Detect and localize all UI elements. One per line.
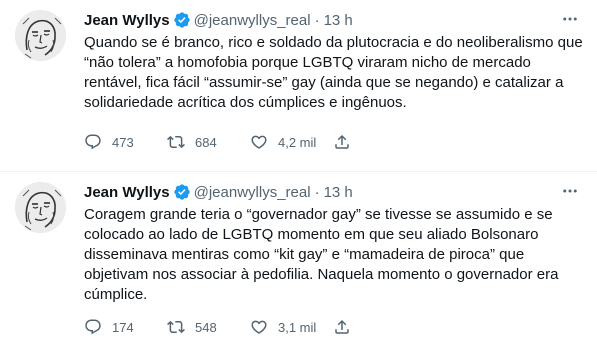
reply-icon — [85, 134, 101, 150]
like-button[interactable]: 3,1 mil — [250, 318, 333, 336]
retweet-count: 684 — [195, 134, 217, 150]
share-button[interactable] — [333, 133, 351, 151]
like-count: 4,2 mil — [278, 134, 317, 150]
reply-button[interactable]: 473 — [84, 133, 167, 151]
avatar-portrait-icon — [15, 182, 66, 233]
tweet[interactable]: Jean Wyllys @jeanwyllys_real · 13 h Quan… — [0, 0, 597, 172]
avatar[interactable] — [15, 10, 66, 61]
retweet-icon — [167, 320, 185, 334]
timestamp[interactable]: 13 h — [324, 12, 353, 29]
author-handle[interactable]: @jeanwyllys_real — [194, 12, 311, 29]
tweet-text: Quando se é branco, rico e soldado da pl… — [84, 34, 583, 111]
tweet-actions: 174 548 3,1 mil — [84, 318, 351, 336]
reply-count: 473 — [112, 134, 134, 150]
avatar[interactable] — [15, 182, 66, 233]
avatar-portrait-icon — [15, 10, 66, 61]
share-icon — [335, 134, 349, 149]
author-handle[interactable]: @jeanwyllys_real — [194, 184, 311, 201]
verified-badge-icon — [173, 183, 191, 201]
author-name[interactable]: Jean Wyllys — [84, 12, 170, 29]
timestamp[interactable]: 13 h — [324, 184, 353, 201]
share-icon — [335, 319, 349, 334]
share-button[interactable] — [333, 318, 351, 336]
author-name[interactable]: Jean Wyllys — [84, 184, 170, 201]
tweet[interactable]: Jean Wyllys @jeanwyllys_real · 13 h Cora… — [0, 172, 597, 356]
heart-icon — [251, 320, 267, 334]
tweet-text: Coragem grande teria o “governador gay” … — [84, 206, 559, 303]
separator-dot: · — [314, 183, 320, 201]
heart-icon — [251, 135, 267, 149]
like-button[interactable]: 4,2 mil — [250, 133, 333, 151]
tweet-actions: 473 684 4,2 mil — [84, 133, 351, 151]
reply-count: 174 — [112, 319, 134, 335]
retweet-button[interactable]: 548 — [167, 318, 250, 336]
like-count: 3,1 mil — [278, 319, 317, 335]
retweet-icon — [167, 135, 185, 149]
retweet-button[interactable]: 684 — [167, 133, 250, 151]
reply-icon — [85, 319, 101, 335]
retweet-count: 548 — [195, 319, 217, 335]
verified-badge-icon — [173, 11, 191, 29]
tweet-header: Jean Wyllys @jeanwyllys_real · 13 h — [84, 10, 353, 30]
more-options-icon[interactable] — [561, 10, 579, 28]
tweet-header: Jean Wyllys @jeanwyllys_real · 13 h — [84, 182, 353, 202]
separator-dot: · — [314, 11, 320, 29]
reply-button[interactable]: 174 — [84, 318, 167, 336]
more-options-icon[interactable] — [561, 182, 579, 200]
tweet-feed: Jean Wyllys @jeanwyllys_real · 13 h Quan… — [0, 0, 597, 356]
